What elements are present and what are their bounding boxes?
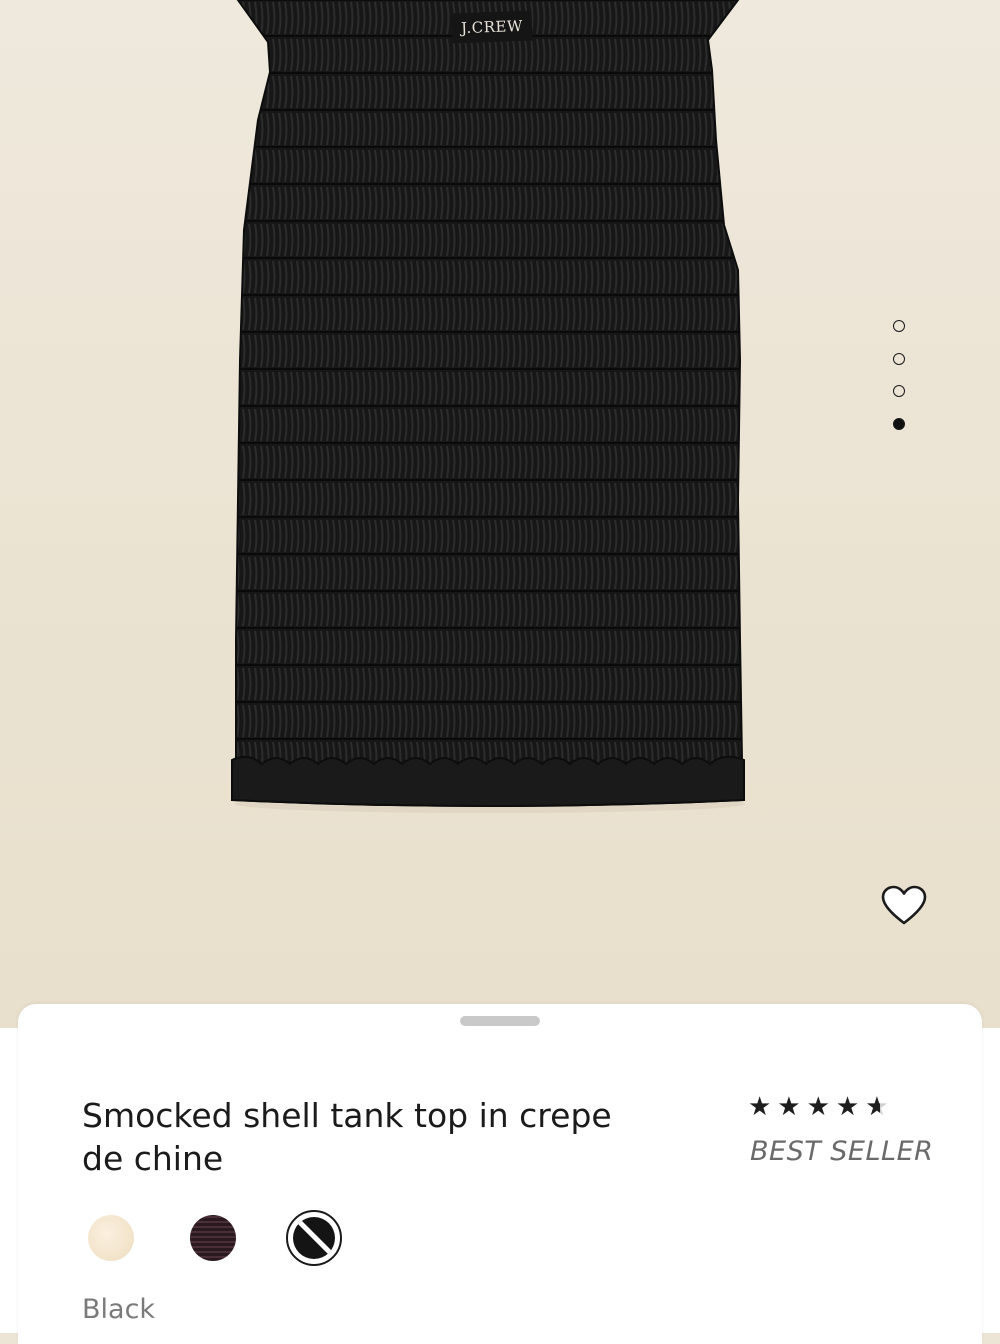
brand-label: J.CREW [451, 10, 533, 44]
product-image-area[interactable]: J.CREW [0, 0, 1000, 1040]
image-pager[interactable] [892, 320, 908, 450]
rating-stars[interactable]: ★★★★★ [748, 1092, 895, 1122]
product-image [230, 0, 746, 813]
swatch-black[interactable] [293, 1217, 335, 1259]
swatch-black-selected[interactable] [286, 1210, 342, 1266]
heart-icon [881, 885, 927, 925]
best-seller-badge: BEST SELLER [750, 1136, 934, 1167]
selected-color-name: Black [82, 1294, 156, 1325]
rating-full-stars: ★★★★ [748, 1092, 866, 1122]
pager-dot-1[interactable] [893, 320, 905, 332]
sheet-grabber[interactable] [460, 1016, 540, 1026]
product-info-sheet[interactable]: Smocked shell tank top in crepe de chine… [18, 1004, 982, 1344]
product-title: Smocked shell tank top in crepe de chine [82, 1096, 612, 1178]
swatch-cream[interactable] [88, 1215, 134, 1261]
swatch-plum[interactable] [190, 1215, 236, 1261]
pager-dot-3[interactable] [893, 385, 905, 397]
pager-dot-4[interactable] [893, 417, 905, 430]
half-star-icon: ★ [865, 1092, 894, 1122]
wishlist-button[interactable] [880, 884, 928, 928]
pager-dot-2[interactable] [893, 352, 905, 365]
